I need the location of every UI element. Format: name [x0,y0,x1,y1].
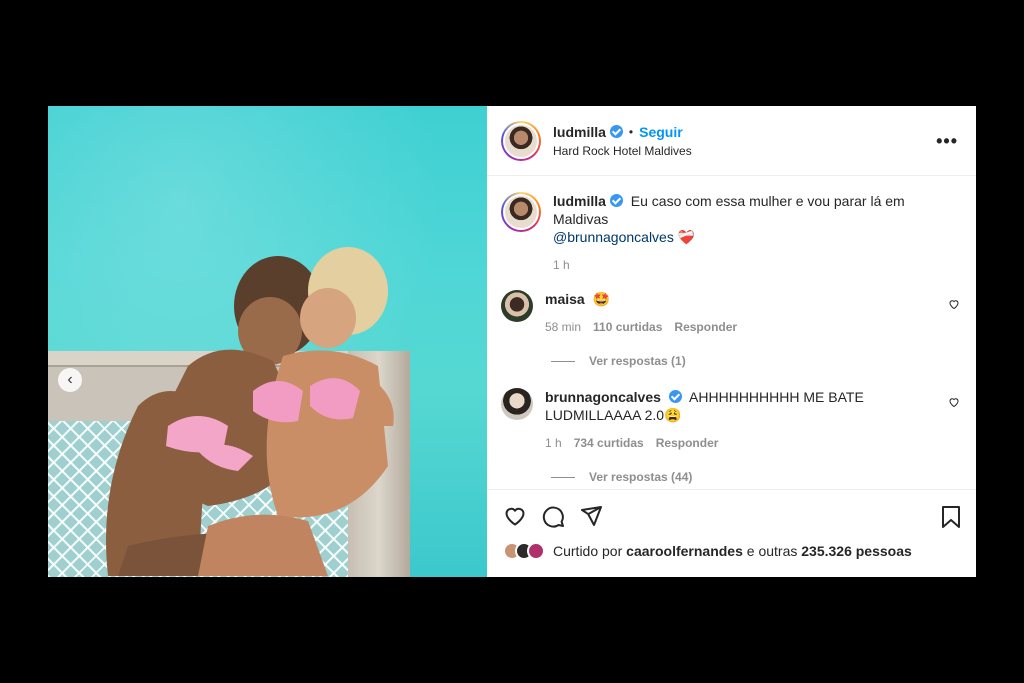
comment-avatar[interactable] [501,388,533,420]
verified-badge-icon [668,390,682,403]
caption-time[interactable]: 1 h [553,258,570,272]
reply-button[interactable]: Responder [674,320,737,334]
verified-badge-icon [609,194,623,207]
heart-outline-icon[interactable] [948,396,960,408]
photo-subjects [106,247,394,576]
comment-time[interactable]: 58 min [545,320,581,334]
bookmark-icon[interactable] [940,505,962,529]
comment-likes[interactable]: 110 curtidas [593,320,662,334]
view-replies-button[interactable]: Ver respostas (44) [551,470,960,484]
instagram-post: ‹ ludmilla • Seguir Hard Rock Hotel Mald… [48,106,976,577]
comment-likes[interactable]: 734 curtidas [574,436,644,450]
post-location[interactable]: Hard Rock Hotel Maldives [553,144,692,158]
comments-list[interactable]: ludmilla Eu caso com essa mulher e vou p… [487,176,976,489]
follow-button[interactable]: Seguir [639,124,683,140]
reply-button[interactable]: Responder [656,436,719,450]
post-side-panel: ludmilla • Seguir Hard Rock Hotel Maldiv… [487,106,976,577]
separator-dot: • [628,124,634,139]
broken-heart-emoji: ❤️‍🩹 [677,229,696,245]
caption-mention[interactable]: @brunnagoncalves [553,229,674,245]
comment-avatar[interactable] [501,290,533,322]
view-replies-label: Ver respostas (44) [589,470,693,484]
verified-badge-icon [609,125,623,138]
likes-count[interactable]: 235.326 [801,543,852,559]
view-replies-button[interactable]: Ver respostas (1) [551,354,960,368]
caption-username[interactable]: ludmilla [553,193,606,209]
caption: ludmilla Eu caso com essa mulher e vou p… [501,192,960,272]
author-username[interactable]: ludmilla [553,124,606,140]
post-header: ludmilla • Seguir Hard Rock Hotel Maldiv… [487,106,976,176]
comment-item: maisa 🤩 58 min 110 curtidas Responder [501,290,960,334]
post-actions: Curtido por caaroolfernandes e outras 23… [487,489,976,577]
chevron-left-icon[interactable]: ‹ [58,368,82,392]
comment-username[interactable]: maisa [545,291,585,307]
likes-summary[interactable]: Curtido por caaroolfernandes e outras 23… [503,542,962,560]
comment-bubble-icon[interactable] [541,504,565,528]
caption-avatar[interactable] [501,192,541,232]
liker-avatars [503,542,545,560]
share-send-icon[interactable] [579,504,603,528]
comment-text: 🤩 [592,291,611,307]
heart-outline-icon[interactable] [948,298,960,310]
more-horizontal-icon[interactable]: ••• [936,132,958,150]
heart-outline-icon[interactable] [503,504,527,528]
comment-time[interactable]: 1 h [545,436,562,450]
view-replies-label: Ver respostas (1) [589,354,686,368]
liker-username[interactable]: caaroolfernandes [626,543,743,559]
post-photo[interactable]: ‹ [48,106,487,577]
author-avatar[interactable] [501,120,541,161]
comment-item: brunnagoncalves AHHHHHHHHHH ME BATE LUDM… [501,388,960,450]
comment-username[interactable]: brunnagoncalves [545,389,661,405]
